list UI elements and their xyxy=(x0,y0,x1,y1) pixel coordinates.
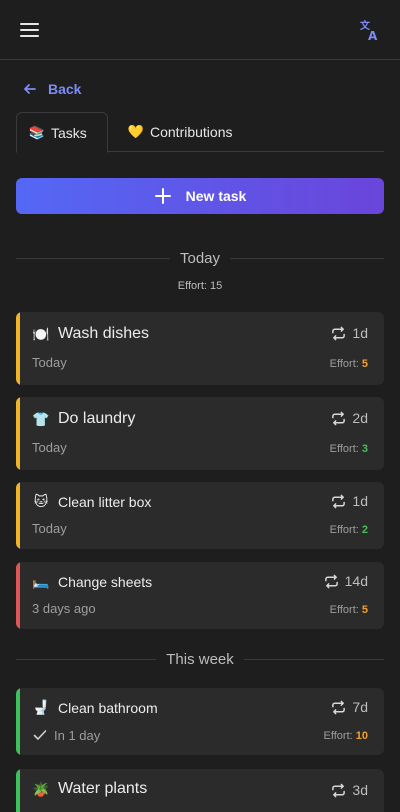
tab-tasks-label: Tasks xyxy=(51,124,87,141)
repeat-interval: 2d xyxy=(331,410,368,426)
repeat-interval: 1d xyxy=(331,325,368,341)
repeat-label: 7d xyxy=(352,699,368,715)
svg-text:A: A xyxy=(368,29,378,42)
effort-label: Effort: xyxy=(329,604,359,616)
repeat-label: 14d xyxy=(344,573,368,589)
new-task-button[interactable]: New task xyxy=(16,178,384,214)
repeat-label: 3d xyxy=(352,782,368,798)
task-card[interactable]: 👕 Do laundry 2d Today Effort: 3 xyxy=(16,397,384,470)
translate-icon[interactable]: 文 A xyxy=(358,18,382,43)
effort-label: Effort: xyxy=(329,358,359,370)
repeat-icon xyxy=(332,494,346,508)
task-title-row: 🛏️ Change sheets xyxy=(32,573,152,590)
effort-label: Effort: xyxy=(329,443,359,455)
effort-number: 3 xyxy=(361,443,368,455)
task-title-row: 🐱 Clean litter box xyxy=(32,493,152,510)
task-card[interactable]: 🪴 Water plants 3d xyxy=(16,769,384,812)
potted-plant-icon: 🪴 xyxy=(32,780,50,797)
bed-icon: 🛏️ xyxy=(32,573,50,589)
status-bar xyxy=(16,688,20,755)
task-title-row: 🚽 Clean bathroom xyxy=(32,699,158,716)
task-title-row: 🍽️ Wash dishes xyxy=(32,325,149,343)
task-title-row: 👕 Do laundry xyxy=(32,410,135,428)
effort-value: Effort: 2 xyxy=(330,524,368,536)
task-title: Water plants xyxy=(58,780,148,797)
section-effort-total: Effort: 15 xyxy=(177,280,223,292)
back-label: Back xyxy=(48,81,82,97)
tab-tasks[interactable]: 📚 Tasks xyxy=(16,112,108,153)
plate-icon: 🍽️ xyxy=(32,325,50,342)
due-date: 3 days ago xyxy=(32,601,96,616)
task-title-row: 🪴 Water plants xyxy=(32,780,147,798)
due-date: Today xyxy=(32,521,67,536)
arrow-left-icon xyxy=(24,84,36,94)
toilet-icon: 🚽 xyxy=(32,699,50,715)
repeat-label: 1d xyxy=(352,493,368,509)
due-date-row: In 1 day xyxy=(32,727,100,743)
due-date: Today xyxy=(32,355,67,370)
status-bar xyxy=(16,482,20,549)
books-icon: 📚 xyxy=(28,124,46,140)
repeat-icon xyxy=(332,700,346,714)
plus-icon xyxy=(154,188,171,204)
due-date: Today xyxy=(32,440,67,455)
check-icon[interactable] xyxy=(32,727,48,743)
status-bar xyxy=(16,769,20,812)
tab-bar: 📚 Tasks 💛 Contributions xyxy=(16,112,384,153)
repeat-label: 1d xyxy=(352,325,368,341)
back-link[interactable]: Back xyxy=(22,79,81,99)
task-card[interactable]: 🚽 Clean bathroom 7d In 1 day Effort: 10 xyxy=(16,688,384,755)
section-title-this-week: This week xyxy=(166,650,234,668)
task-title: Change sheets xyxy=(58,573,153,590)
section-title-today: Today xyxy=(179,249,221,267)
top-bar: 文 A xyxy=(0,0,400,60)
repeat-interval: 1d xyxy=(331,493,368,509)
repeat-label: 2d xyxy=(352,410,368,426)
effort-value: Effort: 5 xyxy=(330,604,368,616)
task-card[interactable]: 🍽️ Wash dishes 1d Today Effort: 5 xyxy=(16,312,384,385)
effort-value: Effort: 10 xyxy=(324,730,368,742)
hamburger-menu-icon[interactable] xyxy=(20,22,40,38)
effort-label: Effort: xyxy=(329,524,359,536)
section-divider-today: Today xyxy=(16,248,384,268)
heart-icon: 💛 xyxy=(127,124,145,139)
section-divider-this-week: This week xyxy=(16,649,384,669)
tab-contributions-label: Contributions xyxy=(150,124,233,140)
status-bar xyxy=(16,312,20,385)
cat-icon: 🐱 xyxy=(33,493,49,509)
effort-label: Effort: xyxy=(323,730,353,742)
status-bar xyxy=(16,562,20,629)
due-date: In 1 day xyxy=(54,727,101,743)
effort-value: Effort: 5 xyxy=(330,358,368,370)
task-title: Clean bathroom xyxy=(58,699,158,716)
repeat-interval: 3d xyxy=(331,782,368,798)
effort-number: 5 xyxy=(361,604,368,616)
repeat-icon xyxy=(332,326,346,340)
effort-number: 10 xyxy=(355,730,368,742)
repeat-interval: 14d xyxy=(324,573,368,589)
task-title: Do laundry xyxy=(58,410,136,427)
task-title: Clean litter box xyxy=(58,493,152,510)
effort-number: 5 xyxy=(361,358,368,370)
new-task-label: New task xyxy=(185,188,247,204)
repeat-interval: 7d xyxy=(331,699,368,715)
status-bar xyxy=(16,397,20,470)
effort-value: Effort: 3 xyxy=(330,443,368,455)
task-title: Wash dishes xyxy=(58,325,149,342)
repeat-icon xyxy=(324,574,338,588)
task-card[interactable]: 🐱 Clean litter box 1d Today Effort: 2 xyxy=(16,482,384,549)
shirt-icon: 👕 xyxy=(32,410,50,427)
repeat-icon xyxy=(332,411,346,425)
task-card[interactable]: 🛏️ Change sheets 14d 3 days ago Effort: … xyxy=(16,562,384,629)
effort-number: 2 xyxy=(361,524,368,536)
tab-contributions[interactable]: 💛 Contributions xyxy=(116,112,245,152)
repeat-icon xyxy=(332,783,346,797)
